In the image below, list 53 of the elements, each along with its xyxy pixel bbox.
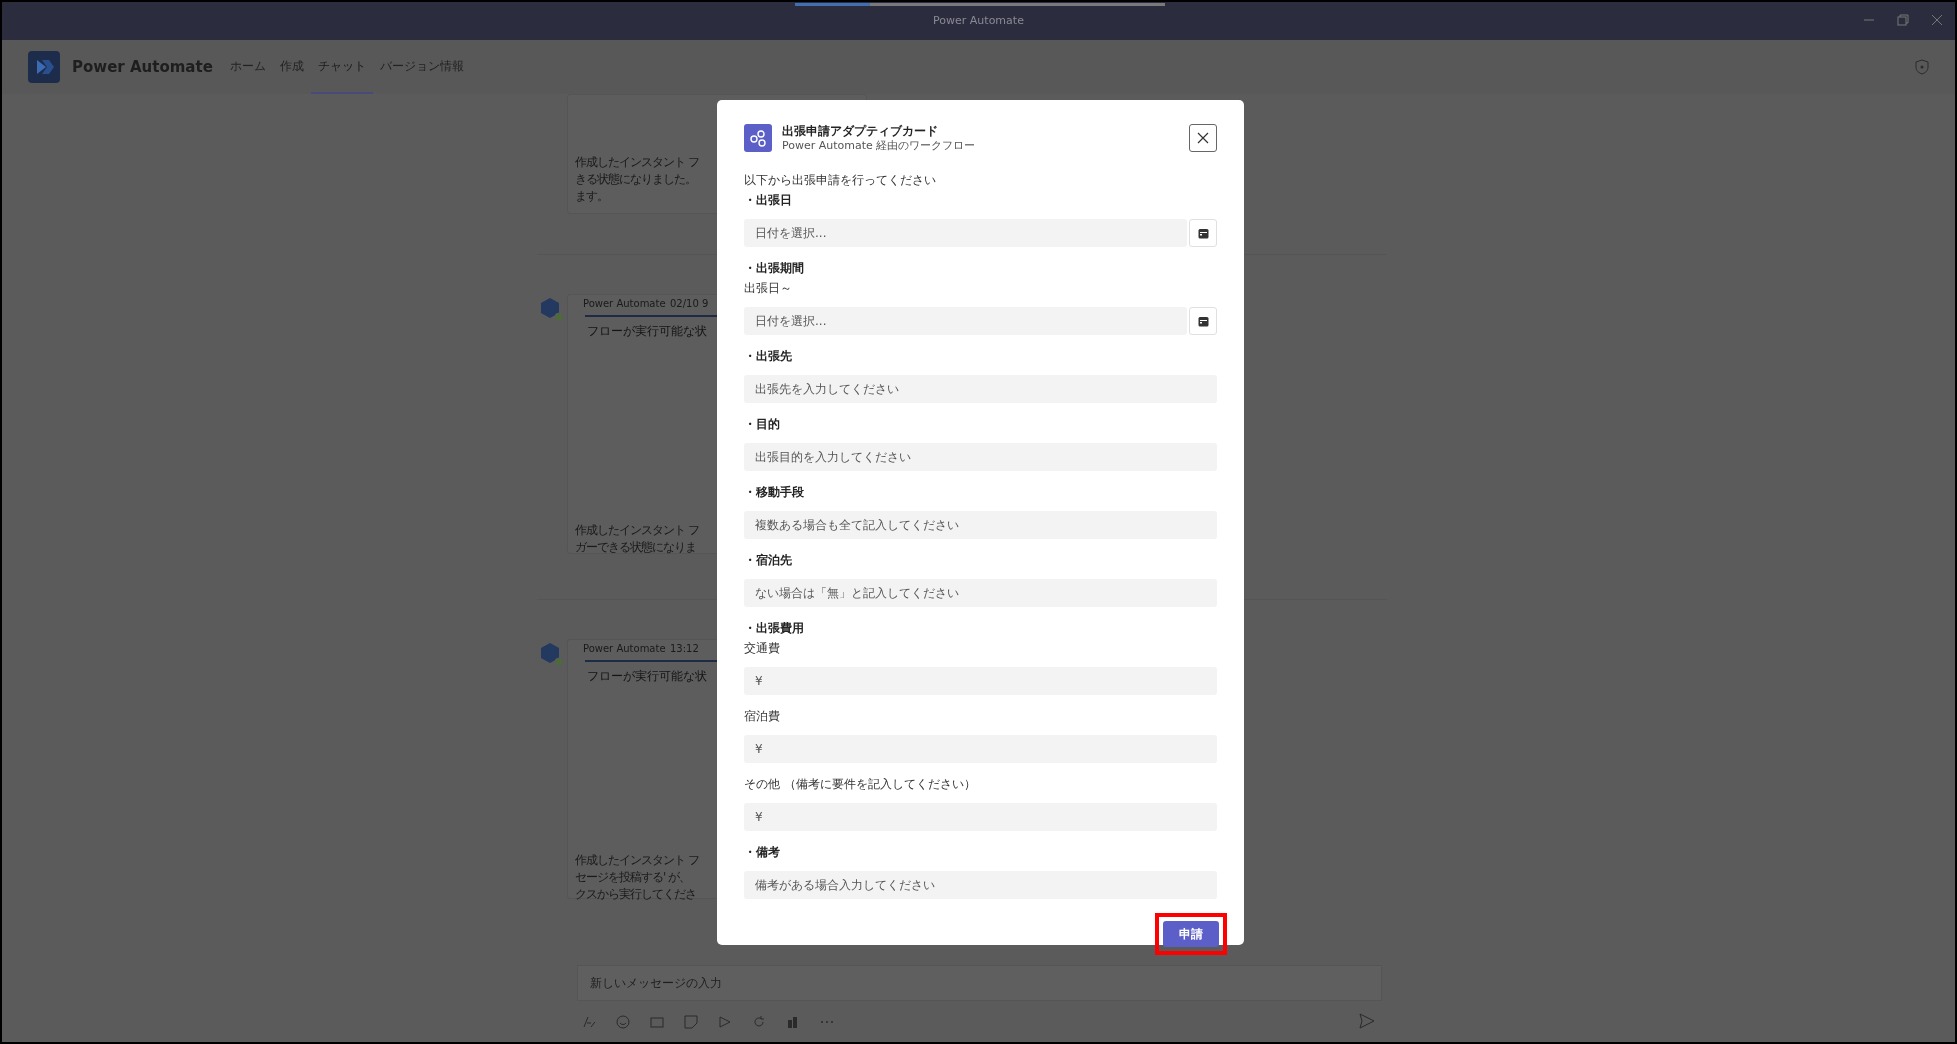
dialog-subtitle: Power Automate 経由のワークフロー <box>782 139 976 153</box>
section-heading: ・出張先 <box>744 348 793 365</box>
field-label: 宿泊費 <box>744 708 781 725</box>
field-label: 交通費 <box>744 640 781 657</box>
text-field[interactable]: 複数ある場合も全て記入してください <box>744 511 1217 539</box>
calendar-button[interactable] <box>1189 219 1217 247</box>
date-field[interactable]: 日付を選択... <box>744 307 1187 335</box>
shield-icon[interactable] <box>1915 59 1929 75</box>
restore-icon[interactable] <box>1897 14 1909 26</box>
text-field[interactable]: ¥ <box>744 667 1217 695</box>
text-field[interactable]: 出張目的を入力してください <box>744 443 1217 471</box>
section-heading: ・出張期間 <box>744 260 805 277</box>
calendar-icon <box>1197 315 1209 327</box>
text-field[interactable]: ない場合は「無」と記入してください <box>744 579 1217 607</box>
share-icon <box>744 124 772 152</box>
section-heading: ・出張日 <box>744 192 793 209</box>
intro-text: 以下から出張申請を行ってください <box>744 172 937 189</box>
play-icon[interactable] <box>718 1015 732 1029</box>
sender-name: Power Automate <box>583 642 666 656</box>
app-name: Power Automate <box>72 56 213 78</box>
calendar-button[interactable] <box>1189 307 1217 335</box>
close-icon <box>1197 132 1209 144</box>
field-label: 出張日～ <box>744 280 793 297</box>
message-time: 02/10 9 <box>670 297 709 311</box>
emoji-icon[interactable] <box>616 1015 630 1029</box>
window-title: Power Automate <box>933 12 1024 29</box>
send-icon[interactable] <box>1359 1013 1375 1029</box>
text-field[interactable]: 備考がある場合入力してください <box>744 871 1217 899</box>
bot-avatar-icon <box>539 297 565 323</box>
close-button[interactable] <box>1189 124 1217 152</box>
section-heading: ・目的 <box>744 416 781 433</box>
gif-icon[interactable] <box>650 1015 664 1029</box>
text-field[interactable]: 出張先を入力してください <box>744 375 1217 403</box>
format-icon[interactable] <box>582 1015 596 1029</box>
loop-icon[interactable] <box>752 1015 766 1029</box>
text-field[interactable]: ¥ <box>744 803 1217 831</box>
section-heading: ・備考 <box>744 844 781 861</box>
sticker-icon[interactable] <box>684 1015 698 1029</box>
chart-icon[interactable] <box>786 1015 800 1029</box>
dialog-title: 出張申請アダプティブカード <box>782 124 939 139</box>
date-field[interactable]: 日付を選択... <box>744 219 1187 247</box>
field-label: その他 （備考に要件を記入してください） <box>744 776 977 793</box>
message-time: 13:12 <box>670 642 699 656</box>
bot-avatar-icon <box>539 642 565 668</box>
app-logo-icon <box>28 51 60 83</box>
close-icon[interactable] <box>1931 14 1943 26</box>
sender-name: Power Automate <box>583 297 666 311</box>
section-heading: ・出張費用 <box>744 620 805 637</box>
section-heading: ・宿泊先 <box>744 552 793 569</box>
section-heading: ・移動手段 <box>744 484 805 501</box>
calendar-icon <box>1197 227 1209 239</box>
text-field[interactable]: ¥ <box>744 735 1217 763</box>
submit-button[interactable]: 申請 <box>1163 921 1219 947</box>
